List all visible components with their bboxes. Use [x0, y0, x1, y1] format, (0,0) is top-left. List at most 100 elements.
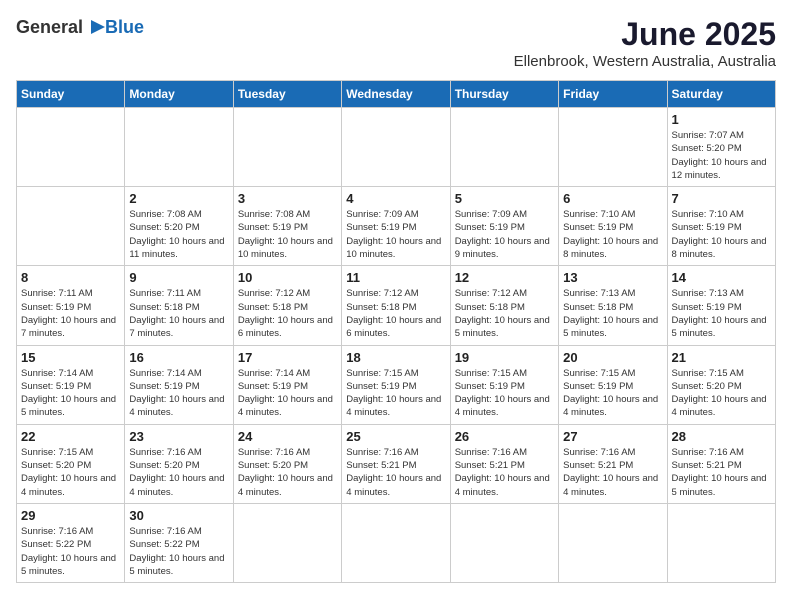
- day-cell-21: 21 Sunrise: 7:15 AMSunset: 5:20 PMDaylig…: [667, 345, 775, 424]
- day-info: Sunrise: 7:13 AMSunset: 5:18 PMDaylight:…: [563, 287, 662, 340]
- day-cell-18: 18 Sunrise: 7:15 AMSunset: 5:19 PMDaylig…: [342, 345, 450, 424]
- day-number: 1: [672, 112, 771, 127]
- location-title: Ellenbrook, Western Australia, Australia: [514, 53, 776, 70]
- day-cell-28: 28 Sunrise: 7:16 AMSunset: 5:21 PMDaylig…: [667, 424, 775, 503]
- day-info: Sunrise: 7:09 AMSunset: 5:19 PMDaylight:…: [455, 208, 554, 261]
- logo-blue-text: Blue: [105, 18, 144, 36]
- day-info: Sunrise: 7:12 AMSunset: 5:18 PMDaylight:…: [346, 287, 445, 340]
- day-cell-2: 2 Sunrise: 7:08 AMSunset: 5:20 PMDayligh…: [125, 187, 233, 266]
- week-row-4: 15 Sunrise: 7:14 AMSunset: 5:19 PMDaylig…: [17, 345, 776, 424]
- day-number: 2: [129, 191, 228, 206]
- day-info: Sunrise: 7:13 AMSunset: 5:19 PMDaylight:…: [672, 287, 771, 340]
- day-info: Sunrise: 7:11 AMSunset: 5:19 PMDaylight:…: [21, 287, 120, 340]
- day-cell-11: 11 Sunrise: 7:12 AMSunset: 5:18 PMDaylig…: [342, 266, 450, 345]
- day-cell-7: 7 Sunrise: 7:10 AMSunset: 5:19 PMDayligh…: [667, 187, 775, 266]
- day-number: 25: [346, 429, 445, 444]
- weekday-header-saturday: Saturday: [667, 81, 775, 108]
- logo-icon: [85, 16, 107, 38]
- day-cell-13: 13 Sunrise: 7:13 AMSunset: 5:18 PMDaylig…: [559, 266, 667, 345]
- logo: General Blue: [16, 16, 144, 38]
- weekday-header-row: SundayMondayTuesdayWednesdayThursdayFrid…: [17, 81, 776, 108]
- day-cell-16: 16 Sunrise: 7:14 AMSunset: 5:19 PMDaylig…: [125, 345, 233, 424]
- day-number: 26: [455, 429, 554, 444]
- empty-cell: [450, 503, 558, 582]
- day-cell-17: 17 Sunrise: 7:14 AMSunset: 5:19 PMDaylig…: [233, 345, 341, 424]
- day-info: Sunrise: 7:14 AMSunset: 5:19 PMDaylight:…: [21, 367, 120, 420]
- day-cell-27: 27 Sunrise: 7:16 AMSunset: 5:21 PMDaylig…: [559, 424, 667, 503]
- day-info: Sunrise: 7:10 AMSunset: 5:19 PMDaylight:…: [672, 208, 771, 261]
- logo-general-text: General: [16, 17, 83, 38]
- empty-cell: [450, 108, 558, 187]
- day-cell-24: 24 Sunrise: 7:16 AMSunset: 5:20 PMDaylig…: [233, 424, 341, 503]
- day-number: 4: [346, 191, 445, 206]
- day-number: 15: [21, 350, 120, 365]
- day-info: Sunrise: 7:16 AMSunset: 5:21 PMDaylight:…: [455, 446, 554, 499]
- day-info: Sunrise: 7:16 AMSunset: 5:21 PMDaylight:…: [346, 446, 445, 499]
- day-number: 20: [563, 350, 662, 365]
- day-number: 16: [129, 350, 228, 365]
- day-info: Sunrise: 7:14 AMSunset: 5:19 PMDaylight:…: [238, 367, 337, 420]
- weekday-header-thursday: Thursday: [450, 81, 558, 108]
- day-info: Sunrise: 7:16 AMSunset: 5:20 PMDaylight:…: [238, 446, 337, 499]
- day-info: Sunrise: 7:16 AMSunset: 5:21 PMDaylight:…: [672, 446, 771, 499]
- day-number: 12: [455, 270, 554, 285]
- day-info: Sunrise: 7:07 AMSunset: 5:20 PMDaylight:…: [672, 129, 771, 182]
- day-number: 19: [455, 350, 554, 365]
- day-info: Sunrise: 7:15 AMSunset: 5:19 PMDaylight:…: [346, 367, 445, 420]
- day-cell-1: 1 Sunrise: 7:07 AMSunset: 5:20 PMDayligh…: [667, 108, 775, 187]
- day-number: 13: [563, 270, 662, 285]
- day-info: Sunrise: 7:14 AMSunset: 5:19 PMDaylight:…: [129, 367, 228, 420]
- day-cell-14: 14 Sunrise: 7:13 AMSunset: 5:19 PMDaylig…: [667, 266, 775, 345]
- day-number: 7: [672, 191, 771, 206]
- day-info: Sunrise: 7:16 AMSunset: 5:22 PMDaylight:…: [129, 525, 228, 578]
- day-cell-19: 19 Sunrise: 7:15 AMSunset: 5:19 PMDaylig…: [450, 345, 558, 424]
- day-cell-10: 10 Sunrise: 7:12 AMSunset: 5:18 PMDaylig…: [233, 266, 341, 345]
- empty-cell: [559, 503, 667, 582]
- day-info: Sunrise: 7:09 AMSunset: 5:19 PMDaylight:…: [346, 208, 445, 261]
- day-number: 10: [238, 270, 337, 285]
- day-number: 29: [21, 508, 120, 523]
- day-number: 28: [672, 429, 771, 444]
- day-info: Sunrise: 7:12 AMSunset: 5:18 PMDaylight:…: [238, 287, 337, 340]
- empty-cell: [667, 503, 775, 582]
- day-info: Sunrise: 7:08 AMSunset: 5:19 PMDaylight:…: [238, 208, 337, 261]
- week-row-5: 22 Sunrise: 7:15 AMSunset: 5:20 PMDaylig…: [17, 424, 776, 503]
- empty-cell: [17, 187, 125, 266]
- day-info: Sunrise: 7:15 AMSunset: 5:19 PMDaylight:…: [563, 367, 662, 420]
- week-row-6: 29 Sunrise: 7:16 AMSunset: 5:22 PMDaylig…: [17, 503, 776, 582]
- weekday-header-tuesday: Tuesday: [233, 81, 341, 108]
- day-info: Sunrise: 7:15 AMSunset: 5:20 PMDaylight:…: [21, 446, 120, 499]
- day-cell-26: 26 Sunrise: 7:16 AMSunset: 5:21 PMDaylig…: [450, 424, 558, 503]
- day-number: 30: [129, 508, 228, 523]
- day-cell-12: 12 Sunrise: 7:12 AMSunset: 5:18 PMDaylig…: [450, 266, 558, 345]
- day-cell-15: 15 Sunrise: 7:14 AMSunset: 5:19 PMDaylig…: [17, 345, 125, 424]
- day-cell-20: 20 Sunrise: 7:15 AMSunset: 5:19 PMDaylig…: [559, 345, 667, 424]
- day-cell-3: 3 Sunrise: 7:08 AMSunset: 5:19 PMDayligh…: [233, 187, 341, 266]
- day-cell-23: 23 Sunrise: 7:16 AMSunset: 5:20 PMDaylig…: [125, 424, 233, 503]
- day-number: 14: [672, 270, 771, 285]
- day-cell-6: 6 Sunrise: 7:10 AMSunset: 5:19 PMDayligh…: [559, 187, 667, 266]
- day-number: 8: [21, 270, 120, 285]
- day-number: 27: [563, 429, 662, 444]
- day-cell-9: 9 Sunrise: 7:11 AMSunset: 5:18 PMDayligh…: [125, 266, 233, 345]
- week-row-3: 8 Sunrise: 7:11 AMSunset: 5:19 PMDayligh…: [17, 266, 776, 345]
- day-cell-30: 30 Sunrise: 7:16 AMSunset: 5:22 PMDaylig…: [125, 503, 233, 582]
- weekday-header-monday: Monday: [125, 81, 233, 108]
- day-number: 24: [238, 429, 337, 444]
- empty-cell: [125, 108, 233, 187]
- title-area: June 2025 Ellenbrook, Western Australia,…: [514, 16, 776, 70]
- day-number: 6: [563, 191, 662, 206]
- day-info: Sunrise: 7:15 AMSunset: 5:19 PMDaylight:…: [455, 367, 554, 420]
- day-cell-29: 29 Sunrise: 7:16 AMSunset: 5:22 PMDaylig…: [17, 503, 125, 582]
- day-info: Sunrise: 7:08 AMSunset: 5:20 PMDaylight:…: [129, 208, 228, 261]
- day-number: 9: [129, 270, 228, 285]
- day-info: Sunrise: 7:10 AMSunset: 5:19 PMDaylight:…: [563, 208, 662, 261]
- day-info: Sunrise: 7:16 AMSunset: 5:22 PMDaylight:…: [21, 525, 120, 578]
- day-cell-8: 8 Sunrise: 7:11 AMSunset: 5:19 PMDayligh…: [17, 266, 125, 345]
- day-number: 22: [21, 429, 120, 444]
- day-cell-22: 22 Sunrise: 7:15 AMSunset: 5:20 PMDaylig…: [17, 424, 125, 503]
- day-number: 3: [238, 191, 337, 206]
- day-info: Sunrise: 7:12 AMSunset: 5:18 PMDaylight:…: [455, 287, 554, 340]
- day-number: 11: [346, 270, 445, 285]
- empty-cell: [233, 503, 341, 582]
